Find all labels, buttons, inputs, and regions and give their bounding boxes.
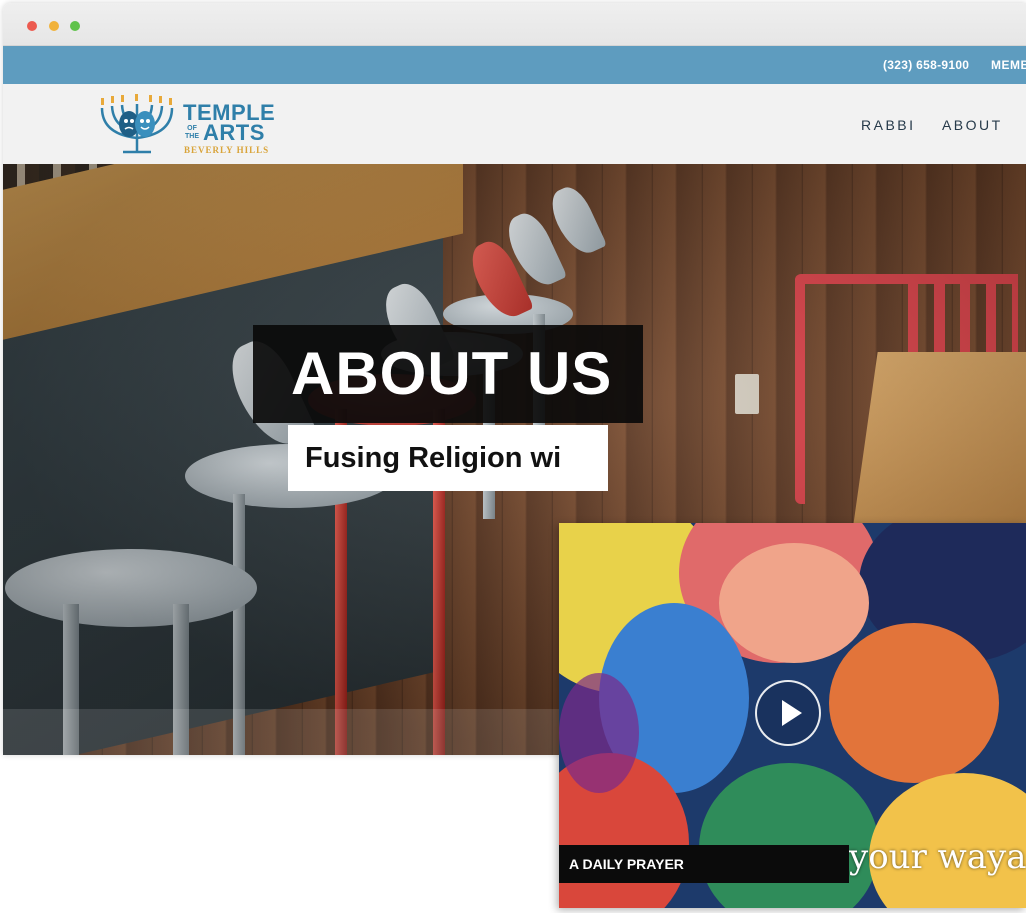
site-header: TEMPLE OF THE ARTS BEVERLY HILLS RABBI A… bbox=[3, 84, 1026, 164]
play-button[interactable] bbox=[755, 680, 821, 746]
page-tagline: Fusing Religion wi bbox=[305, 442, 562, 474]
browser-chrome bbox=[3, 3, 1026, 46]
video-card[interactable]: your waya A DAILY PRAYER bbox=[559, 523, 1026, 908]
play-icon bbox=[782, 700, 802, 726]
menorah-masks-icon bbox=[100, 94, 174, 154]
painting-face bbox=[829, 623, 999, 783]
phone-link[interactable]: (323) 658-9100 bbox=[883, 58, 969, 72]
nav-item-about[interactable]: ABOUT bbox=[942, 117, 1003, 133]
minimize-window-button[interactable] bbox=[49, 21, 59, 31]
logo-text-arts: ARTS bbox=[203, 120, 265, 145]
close-window-button[interactable] bbox=[27, 21, 37, 31]
utility-bar: (323) 658-9100 MEMB bbox=[3, 46, 1026, 84]
painting-shape bbox=[559, 673, 639, 793]
page-title: ABOUT US bbox=[291, 340, 613, 407]
painting-shape bbox=[699, 763, 879, 908]
nav-item-rabbi[interactable]: RABBI bbox=[861, 117, 916, 133]
maximize-window-button[interactable] bbox=[70, 21, 80, 31]
site-logo[interactable]: TEMPLE OF THE ARTS BEVERLY HILLS bbox=[95, 94, 285, 156]
main-nav: RABBI ABOUT E bbox=[861, 117, 1026, 135]
video-caption-box: A DAILY PRAYER bbox=[559, 845, 849, 883]
logo-text-of-the: OF THE bbox=[185, 125, 199, 140]
painting-face bbox=[719, 543, 869, 663]
video-caption: A DAILY PRAYER bbox=[569, 856, 684, 872]
video-overlay-text: your waya bbox=[849, 837, 1026, 877]
logo-text-city: BEVERLY HILLS bbox=[184, 145, 270, 155]
membership-link[interactable]: MEMB bbox=[991, 58, 1026, 72]
